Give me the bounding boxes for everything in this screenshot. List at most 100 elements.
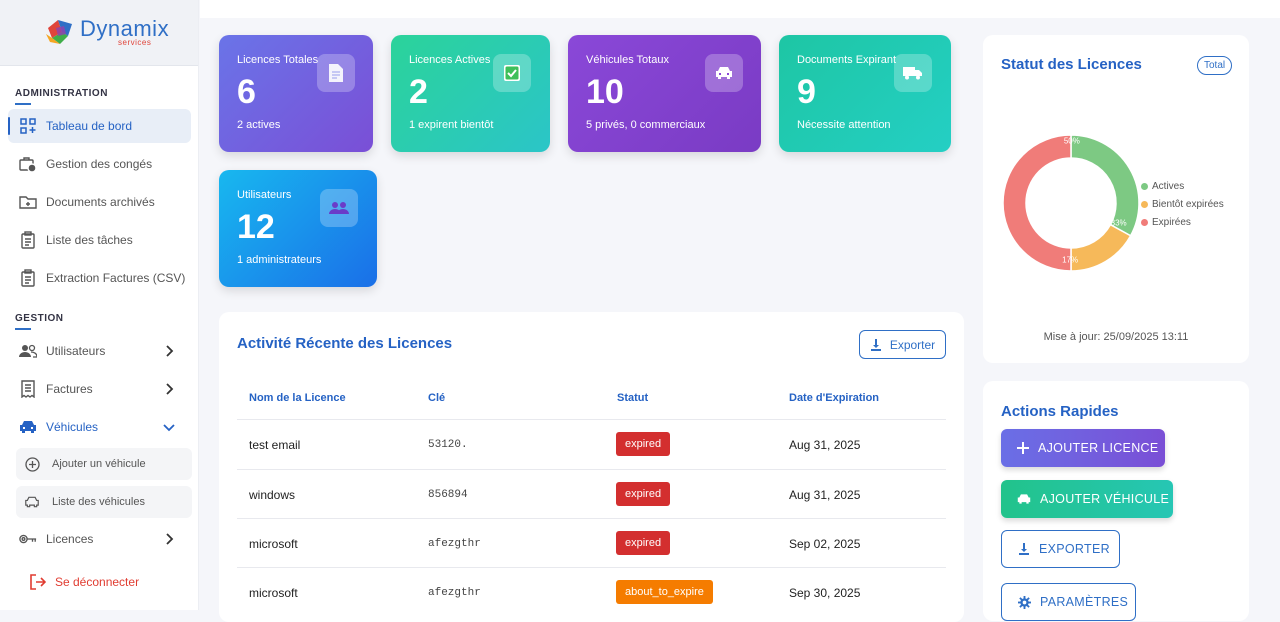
stat-card-utilisateurs[interactable]: Utilisateurs 12 1 administrateurs [219, 170, 377, 287]
legend-item[interactable]: Actives [1141, 181, 1184, 192]
column-header[interactable]: Nom de la Licence [249, 392, 346, 404]
document-icon [317, 54, 355, 92]
slice-percent-label: 33% [1111, 218, 1127, 227]
chevron-right-icon [166, 533, 174, 545]
legend-swatch [1141, 219, 1148, 226]
slice-actives[interactable] [1070, 134, 1140, 237]
expiration-date: Aug 31, 2025 [789, 438, 861, 452]
sidebar-subitem-ajouter-vehicule[interactable]: Ajouter un véhicule [16, 448, 192, 480]
users-icon [320, 189, 358, 227]
stat-label: Utilisateurs [237, 189, 292, 201]
clipboard-icon [19, 231, 37, 249]
export-label: Exporter [889, 337, 936, 352]
stat-card-vehicules-totaux[interactable]: Véhicules Totaux 10 5 privés, 0 commerci… [568, 35, 761, 152]
slice-expirees[interactable] [1002, 134, 1072, 272]
recent-activity-title: Activité Récente des Licences [237, 335, 453, 352]
logout-label: Se déconnecter [55, 575, 140, 589]
sidebar-item-label: Extraction Factures (CSV) [46, 271, 186, 285]
sidebar-item-vehicules[interactable]: Véhicules [8, 410, 191, 444]
table-row[interactable]: windows 856894 expired Aug 31, 2025 [237, 469, 946, 518]
stat-value: 10 [586, 73, 624, 111]
slice-bientot-expirees[interactable] [1070, 223, 1132, 272]
sidebar-item-label: Factures [46, 382, 93, 396]
license-name: microsoft [249, 537, 298, 551]
sidebar-item-factures[interactable]: Factures [8, 372, 191, 406]
sidebar-item-label: Liste des tâches [46, 233, 133, 247]
expiration-date: Sep 02, 2025 [789, 537, 861, 551]
chevron-right-icon [166, 345, 174, 357]
sidebar-item-label: Licences [46, 532, 94, 546]
license-key: 53120. [428, 439, 468, 451]
legend-label: Bientôt expirées [1152, 199, 1224, 210]
status-badge: expired [616, 432, 671, 456]
sidebar-subitem-label: Ajouter un véhicule [52, 458, 146, 470]
briefcase-clock-icon [19, 155, 37, 173]
top-bar [200, 0, 1280, 18]
stat-note: Nécessite attention [797, 119, 891, 131]
section-underline [15, 103, 31, 105]
stat-card-licences-actives[interactable]: Licences Actives 2 1 expirent bientôt [391, 35, 550, 152]
truck-icon [894, 54, 932, 92]
sidebar-item-utilisateurs[interactable]: Utilisateurs [8, 334, 191, 368]
status-badge: expired [616, 531, 671, 555]
chevron-right-icon [166, 383, 174, 395]
add-license-button[interactable]: AJOUTER LICENCE [1001, 429, 1165, 467]
sidebar-item-label: Documents archivés [46, 195, 155, 209]
stat-note: 1 expirent bientôt [409, 119, 494, 131]
chevron-down-icon [163, 424, 175, 432]
table-row[interactable]: microsoft afezgthr about_to_expire Sep 3… [237, 567, 946, 616]
sidebar-item-conges[interactable]: Gestion des congés [8, 147, 191, 181]
plus-icon [1017, 442, 1029, 454]
license-status-title: Statut des Licences [1001, 56, 1142, 73]
sidebar-subitem-liste-vehicules[interactable]: Liste des véhicules [16, 486, 192, 518]
legend-item[interactable]: Bientôt expirées [1141, 199, 1224, 210]
table-row[interactable]: microsoft afezgthr expired Sep 02, 2025 [237, 518, 946, 567]
sidebar: Dynamix services ADMINISTRATION Tableau … [0, 0, 199, 610]
add-vehicle-button[interactable]: AJOUTER VÉHICULE [1001, 480, 1173, 518]
expiration-date: Aug 31, 2025 [789, 488, 861, 502]
sidebar-item-taches[interactable]: Liste des tâches [8, 223, 191, 257]
logo[interactable]: Dynamix services [0, 0, 198, 66]
column-header[interactable]: Date d'Expiration [789, 392, 879, 404]
users-icon [19, 342, 37, 360]
stat-card-documents-expirant[interactable]: Documents Expirant 9 Nécessite attention [779, 35, 951, 152]
legend-item[interactable]: Expirées [1141, 217, 1191, 228]
column-header[interactable]: Clé [428, 392, 445, 404]
stat-label: Licences Totales [237, 54, 319, 66]
stat-note: 1 administrateurs [237, 254, 322, 266]
license-key: 856894 [428, 489, 468, 501]
stat-label: Documents Expirant [797, 54, 897, 66]
status-badge: about_to_expire [616, 580, 713, 604]
stat-card-licences-totales[interactable]: Licences Totales 6 2 actives [219, 35, 373, 152]
car-icon [24, 494, 40, 510]
export-button[interactable]: Exporter [859, 330, 946, 359]
sidebar-item-label: Tableau de bord [46, 119, 133, 133]
sidebar-item-dashboard[interactable]: Tableau de bord [8, 109, 191, 143]
sidebar-item-documents[interactable]: Documents archivés [8, 185, 191, 219]
settings-button[interactable]: PARAMÈTRES [1001, 583, 1136, 621]
stat-label: Véhicules Totaux [586, 54, 669, 66]
key-icon [19, 530, 37, 548]
export-quick-button[interactable]: EXPORTER [1001, 530, 1120, 568]
column-header[interactable]: Statut [617, 392, 648, 404]
table-row[interactable]: test email 53120. expired Aug 31, 2025 [237, 419, 946, 468]
license-key: afezgthr [428, 538, 481, 550]
stat-value: 6 [237, 73, 256, 111]
license-status-donut-chart: 33% 17% 50% [1002, 134, 1140, 272]
clipboard-icon [19, 269, 37, 287]
sidebar-item-extraction[interactable]: Extraction Factures (CSV) [8, 261, 191, 295]
logout-button[interactable]: Se déconnecter [30, 574, 139, 590]
legend-label: Expirées [1152, 217, 1191, 228]
stat-note: 2 actives [237, 119, 281, 131]
license-name: windows [249, 488, 296, 502]
license-key: afezgthr [428, 587, 481, 599]
download-icon [1018, 543, 1030, 555]
status-badge: expired [616, 482, 671, 506]
gear-icon [1018, 595, 1031, 609]
total-badge[interactable]: Total [1197, 56, 1233, 75]
legend-swatch [1141, 201, 1148, 208]
sidebar-item-licences[interactable]: Licences [8, 522, 191, 556]
sidebar-subitem-label: Liste des véhicules [52, 496, 145, 508]
legend-swatch [1141, 183, 1148, 190]
slice-percent-label: 17% [1062, 256, 1078, 265]
